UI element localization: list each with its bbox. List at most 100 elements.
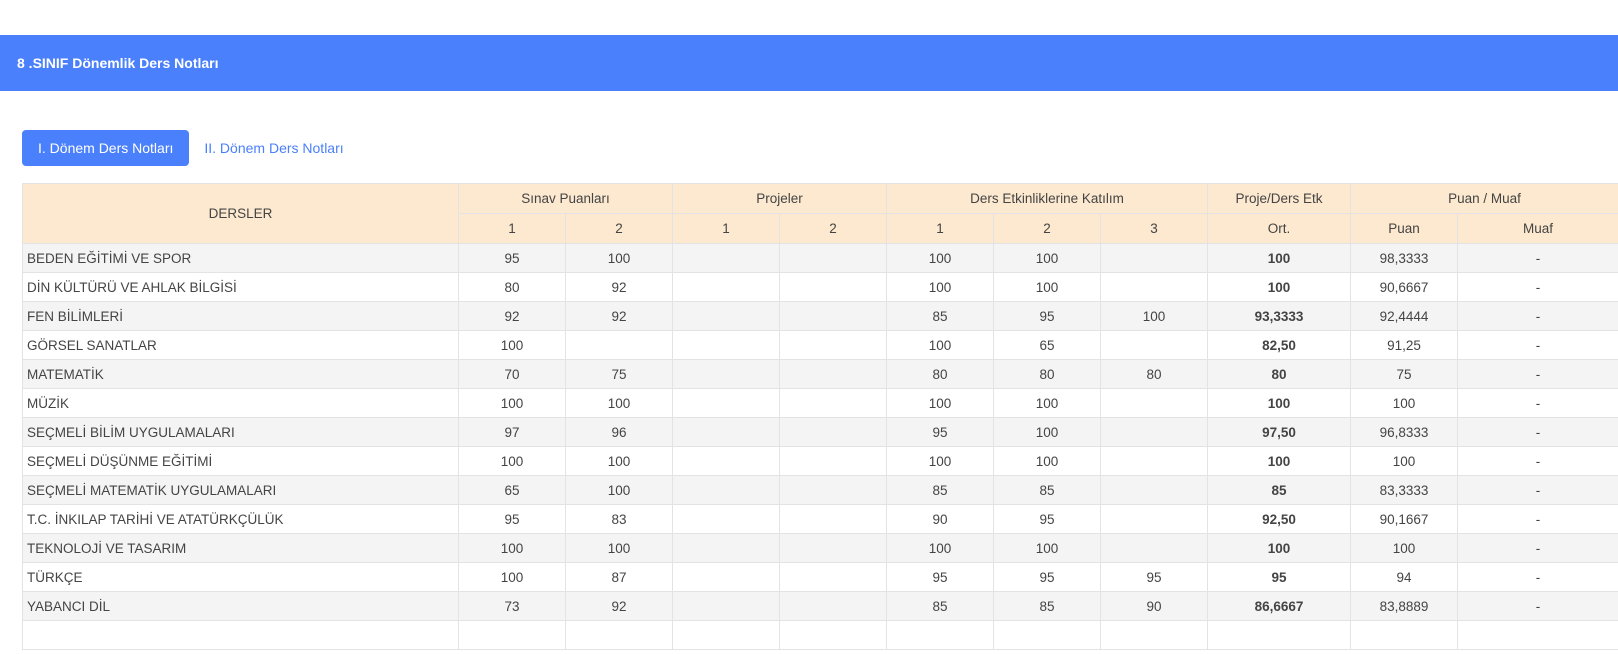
cell-puan: 83,8889 [1350, 591, 1459, 621]
cell-etkinlik-2: 95 [993, 301, 1101, 331]
cell-sinav-2: 100 [565, 388, 673, 418]
tab-second-term[interactable]: II. Dönem Ders Notları [189, 130, 358, 166]
cell-etkinlik-1: 100 [886, 243, 994, 273]
cell-proje-2 [779, 446, 887, 476]
cell-proje-1 [672, 272, 780, 302]
table-row: MATEMATİK 70 75 80 80 80 80 75- [22, 359, 1618, 389]
cell-sinav-2: 83 [565, 504, 673, 534]
course-name: SEÇMELİ DÜŞÜNME EĞİTİMİ [22, 446, 459, 476]
cell-proje-2 [779, 330, 887, 360]
cell-ortalama: 92,50 [1207, 504, 1352, 534]
cell-proje-2 [779, 591, 887, 621]
cell-etkinlik-2: 100 [993, 533, 1101, 563]
cell-proje-1 [672, 417, 780, 447]
header-dersler: DERSLER [22, 183, 459, 244]
cell-etkinlik-1: 85 [886, 301, 994, 331]
cell-sinav-2: 100 [565, 475, 673, 505]
cell-proje-1 [672, 620, 780, 650]
table-row: MÜZİK 100 100 100 100 100 100- [22, 388, 1618, 418]
subheader-sinav-2: 2 [565, 213, 673, 244]
cell-proje-2 [779, 475, 887, 505]
subheader-sinav-1: 1 [458, 213, 566, 244]
header-projeler: Projeler [672, 183, 887, 214]
cell-sinav-1: 100 [458, 330, 566, 360]
cell-sinav-2 [565, 620, 673, 650]
cell-ortalama [1207, 620, 1352, 650]
cell-puan: 83,3333 [1350, 475, 1459, 505]
cell-sinav-2: 92 [565, 301, 673, 331]
cell-puan: 98,3333 [1350, 243, 1459, 273]
table-row: SEÇMELİ MATEMATİK UYGULAMALARI 65 100 85 85 8… [22, 475, 1618, 505]
cell-sinav-1: 80 [458, 272, 566, 302]
page-title: 8 .SINIF Dönemlik Ders Notları [17, 55, 219, 71]
cell-etkinlik-2: 95 [993, 562, 1101, 592]
table-row: BEDEN EĞİTİMİ VE SPOR 95 100 100 100 100 98,33… [22, 243, 1618, 273]
cell-puan: 75 [1350, 359, 1459, 389]
cell-muaf: - [1457, 330, 1618, 360]
table-row: T.C. İNKILAP TARİHİ VE ATATÜRKÇÜLÜK 95 83 9… [22, 504, 1618, 534]
cell-etkinlik-3 [1099, 620, 1209, 650]
cell-proje-1 [672, 446, 780, 476]
course-name: T.C. İNKILAP TARİHİ VE ATATÜRKÇÜLÜK [22, 504, 459, 534]
subheader-muaf: Muaf [1457, 213, 1618, 244]
cell-etkinlik-3 [1099, 243, 1209, 273]
cell-etkinlik-1: 100 [886, 446, 994, 476]
cell-proje-2 [779, 301, 887, 331]
cell-ortalama: 100 [1207, 446, 1352, 476]
cell-sinav-1: 100 [458, 446, 566, 476]
cell-proje-1 [672, 504, 780, 534]
cell-muaf: - [1457, 417, 1618, 447]
course-name: FEN BİLİMLERİ [22, 301, 459, 331]
cell-ortalama: 100 [1207, 272, 1352, 302]
course-name: GÖRSEL SANATLAR [22, 330, 459, 360]
cell-ortalama: 97,50 [1207, 417, 1352, 447]
table-row [22, 620, 1618, 650]
table-row: TÜRKÇE 100 87 95 95 95 95 94- [22, 562, 1618, 592]
course-name: TÜRKÇE [22, 562, 459, 592]
course-name: MATEMATİK [22, 359, 459, 389]
cell-etkinlik-1: 95 [886, 417, 994, 447]
subheader-etkinlik-3: 3 [1099, 213, 1209, 244]
cell-muaf: - [1457, 272, 1618, 302]
cell-etkinlik-2: 100 [993, 417, 1101, 447]
cell-proje-2 [779, 562, 887, 592]
cell-etkinlik-3 [1099, 330, 1209, 360]
grades-table-body: BEDEN EĞİTİMİ VE SPOR 95 100 100 100 100 98,33… [22, 243, 1618, 650]
cell-etkinlik-3: 80 [1099, 359, 1209, 389]
cell-muaf: - [1457, 359, 1618, 389]
tab-first-term[interactable]: I. Dönem Ders Notları [22, 130, 190, 166]
page-header: 8 .SINIF Dönemlik Ders Notları [0, 35, 1618, 91]
cell-sinav-1 [458, 620, 566, 650]
cell-etkinlik-3 [1099, 504, 1209, 534]
cell-sinav-1: 70 [458, 359, 566, 389]
cell-etkinlik-3: 95 [1099, 562, 1209, 592]
cell-etkinlik-3 [1099, 533, 1209, 563]
cell-muaf [1457, 620, 1618, 650]
cell-puan [1350, 620, 1459, 650]
course-name: SEÇMELİ BİLİM UYGULAMALARI [22, 417, 459, 447]
cell-proje-1 [672, 591, 780, 621]
table-row: GÖRSEL SANATLAR 100 100 65 82,50 91,25- [22, 330, 1618, 360]
subheader-proje-1: 1 [672, 213, 780, 244]
table-row: FEN BİLİMLERİ 92 92 85 95 100 93,3333 92,4444- [22, 301, 1618, 331]
table-row: DİN KÜLTÜRÜ VE AHLAK BİLGİSİ 80 92 100 100 10… [22, 272, 1618, 302]
cell-sinav-1: 97 [458, 417, 566, 447]
table-row: TEKNOLOJİ VE TASARIM 100 100 100 100 100 100- [22, 533, 1618, 563]
cell-sinav-2: 96 [565, 417, 673, 447]
cell-proje-2 [779, 272, 887, 302]
cell-etkinlik-2: 100 [993, 446, 1101, 476]
course-name: TEKNOLOJİ VE TASARIM [22, 533, 459, 563]
cell-ortalama: 85 [1207, 475, 1352, 505]
cell-puan: 100 [1350, 533, 1459, 563]
cell-ortalama: 93,3333 [1207, 301, 1352, 331]
cell-ortalama: 95 [1207, 562, 1352, 592]
cell-proje-2 [779, 417, 887, 447]
cell-sinav-1: 92 [458, 301, 566, 331]
cell-sinav-1: 100 [458, 533, 566, 563]
cell-sinav-2: 100 [565, 446, 673, 476]
cell-puan: 91,25 [1350, 330, 1459, 360]
cell-muaf: - [1457, 388, 1618, 418]
cell-etkinlik-1 [886, 620, 994, 650]
cell-etkinlik-1: 100 [886, 330, 994, 360]
header-puan-muaf: Puan / Muaf [1350, 183, 1618, 214]
